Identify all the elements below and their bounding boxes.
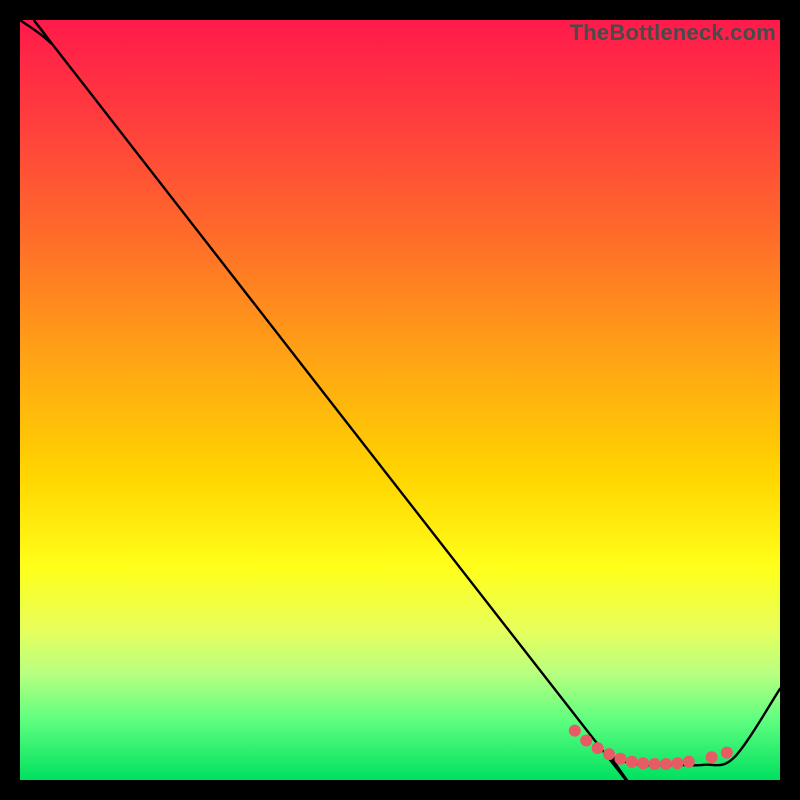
marker-dot (580, 734, 592, 746)
curve-line (20, 20, 780, 780)
highlight-markers (569, 725, 733, 770)
chart-frame: TheBottleneck.com (20, 20, 780, 780)
marker-dot (603, 748, 615, 760)
marker-dot (660, 758, 672, 770)
marker-dot (626, 756, 638, 768)
chart-svg (20, 20, 780, 780)
marker-dot (683, 756, 695, 768)
marker-dot (671, 757, 683, 769)
marker-dot (592, 742, 604, 754)
marker-dot (569, 725, 581, 737)
marker-dot (706, 751, 718, 763)
marker-dot (637, 757, 649, 769)
watermark-text: TheBottleneck.com (570, 20, 776, 46)
marker-dot (721, 747, 733, 759)
marker-dot (614, 753, 626, 765)
marker-dot (649, 758, 661, 770)
